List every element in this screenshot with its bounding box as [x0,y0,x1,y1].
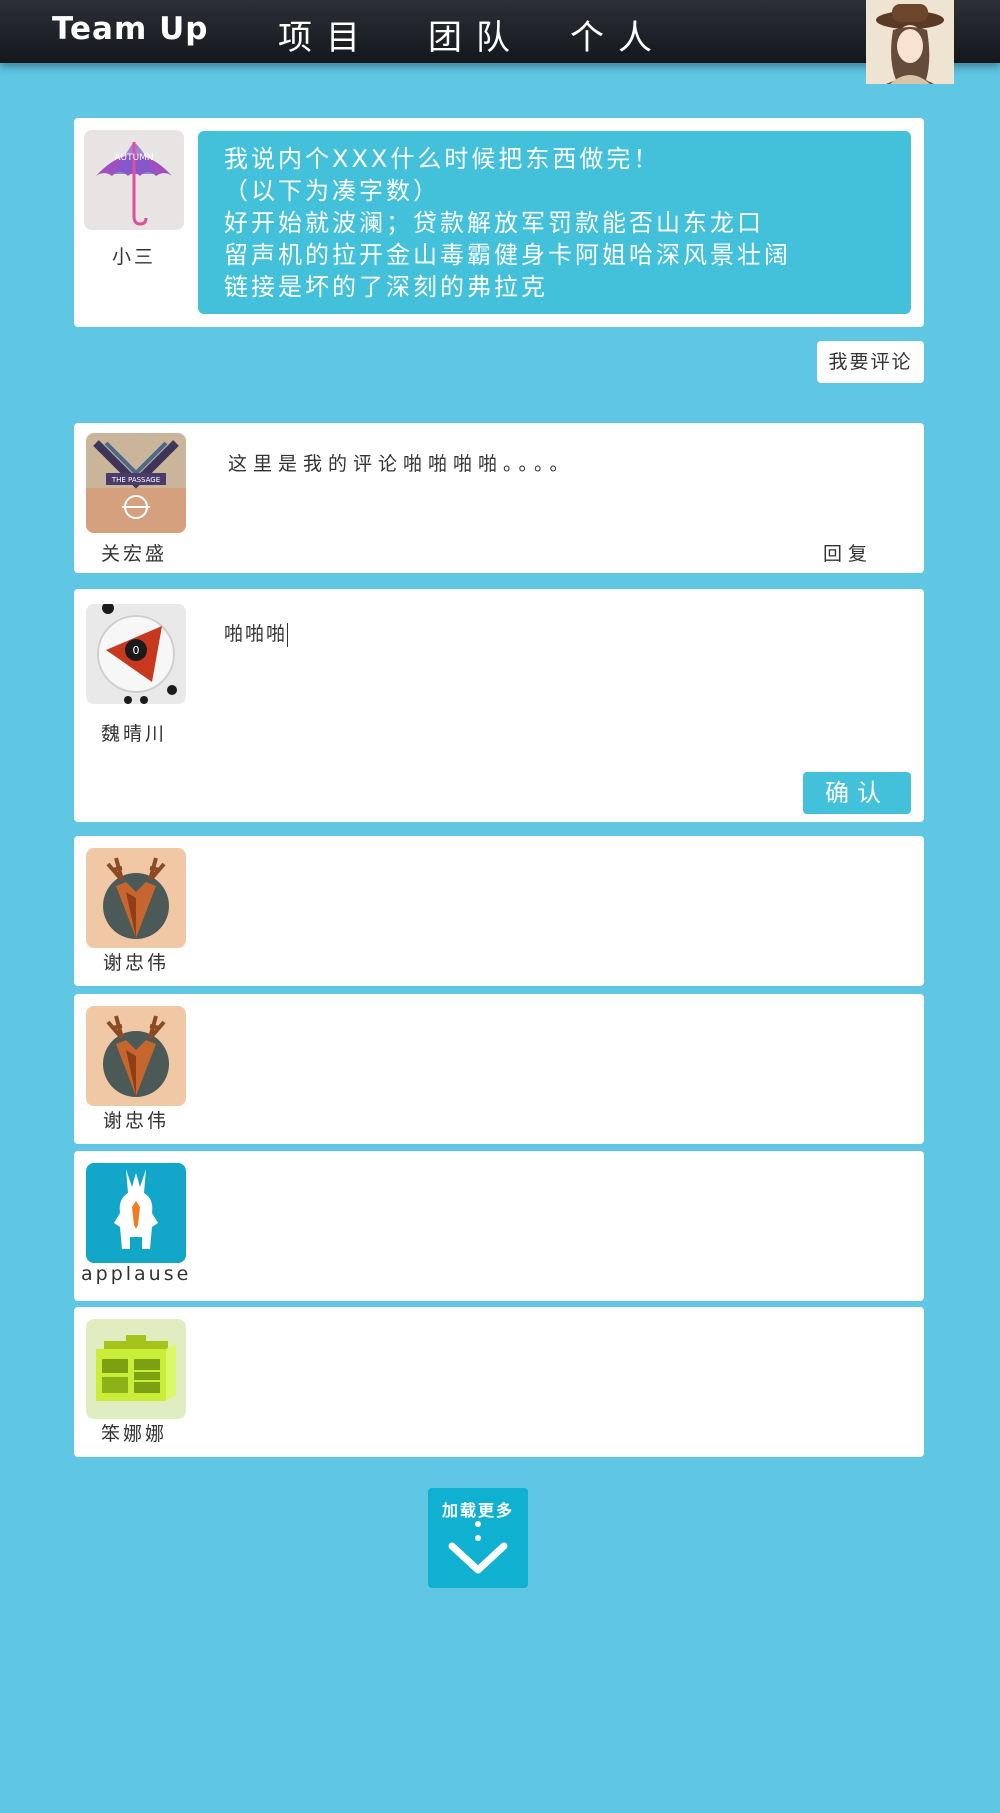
nav-personal[interactable]: 个人 [570,10,666,59]
deer-icon[interactable] [86,1006,186,1106]
list-item: 谢忠伟 [74,836,924,986]
post-card: AUTUMN 小三 我说内个XXX什么时候把东西做完！ （以下为凑字数） 好开始… [74,118,924,327]
radio-icon[interactable] [86,1319,186,1419]
svg-text:0: 0 [133,644,140,657]
post-line: 留声机的拉开金山毒霸健身卡阿姐哈深风景壮阔 [224,241,791,269]
reply-author: 魏晴川 [100,723,167,745]
poster-avatar-icon[interactable]: THE PASSAGE [86,433,186,533]
svg-text:AUTUMN: AUTUMN [114,153,153,163]
post-line: （以下为凑字数） [224,177,440,205]
user-avatar[interactable] [866,0,954,84]
reply-card: 0 魏晴川 啪啪啪 确认 [74,589,924,822]
nav-projects[interactable]: 项目 [278,10,374,59]
reply-button[interactable]: 回复 [823,539,873,566]
reply-input-value: 啪啪啪 [224,623,288,645]
deer-icon[interactable] [86,848,186,948]
nav-teams[interactable]: 团队 [428,10,524,59]
member-name: 谢忠伟 [102,952,169,974]
comment-card: THE PASSAGE 关宏盛 这里是我的评论啪啪啪啪。。。。 回复 [74,423,924,573]
comment-author: 关宏盛 [100,543,167,565]
member-name: applause [81,1263,192,1285]
reply-input[interactable]: 啪啪啪 [224,619,864,739]
member-name: 笨娜娜 [100,1423,167,1445]
load-more-button[interactable]: 加载更多 [428,1488,528,1588]
triangle-avatar-icon[interactable]: 0 [86,604,186,704]
post-line: 好开始就波澜；贷款解放军罚款能否山东龙口 [224,209,764,237]
comment-text: 这里是我的评论啪啪啪啪。。。。 [228,453,575,475]
bunny-icon[interactable] [86,1163,186,1263]
post-line: 链接是坏的了深刻的弗拉克 [224,273,548,301]
top-navbar: Team Up 项目 团队 个人 [0,0,1000,84]
add-comment-button[interactable]: 我要评论 [817,341,924,383]
list-item: 笨娜娜 [74,1307,924,1457]
text-caret [287,622,289,647]
app-logo[interactable]: Team Up [52,11,208,47]
post-bubble: 我说内个XXX什么时候把东西做完！ （以下为凑字数） 好开始就波澜；贷款解放军罚… [198,131,911,314]
svg-text:THE PASSAGE: THE PASSAGE [111,476,160,484]
post-line: 我说内个XXX什么时候把东西做完！ [224,145,661,173]
list-item: 谢忠伟 [74,994,924,1144]
umbrella-avatar-icon[interactable]: AUTUMN [84,130,184,230]
post-author: 小三 [111,246,156,268]
confirm-button[interactable]: 确认 [803,772,911,814]
list-item: applause [74,1151,924,1301]
member-name: 谢忠伟 [102,1110,169,1132]
chevron-down-icon [448,1521,508,1574]
